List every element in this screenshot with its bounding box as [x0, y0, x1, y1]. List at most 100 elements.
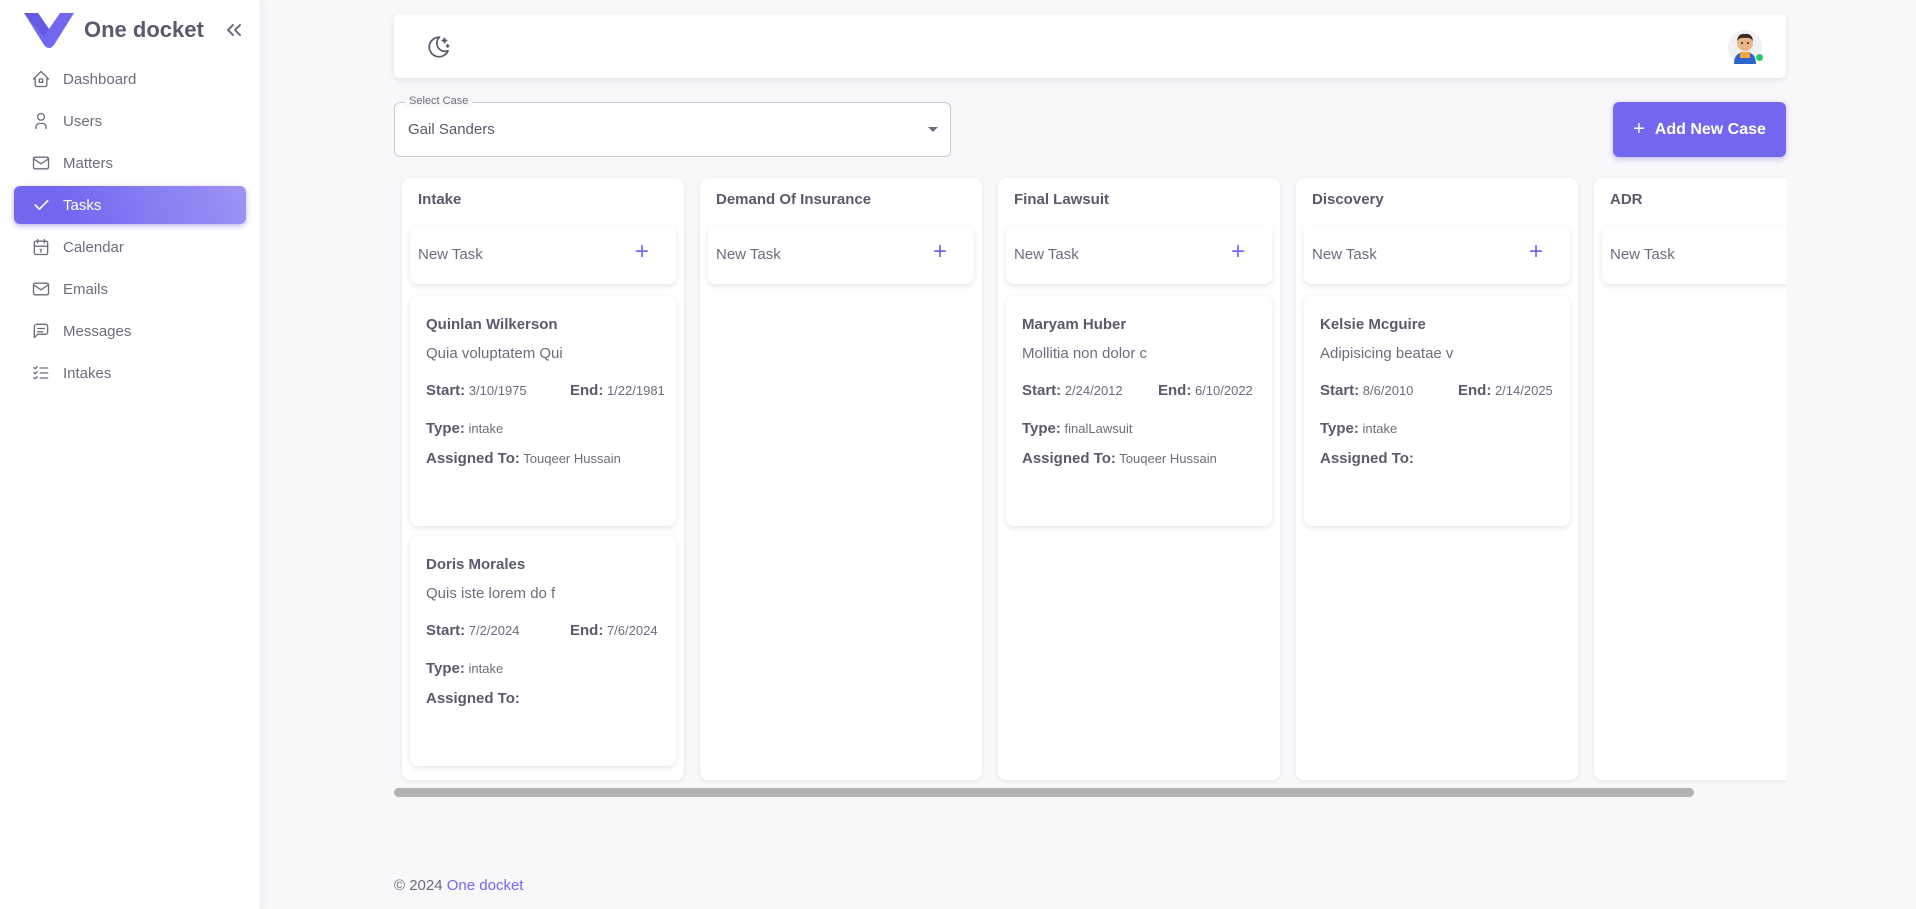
- collapse-sidebar-icon[interactable]: [222, 18, 246, 42]
- sidebar-item-emails[interactable]: Emails: [14, 270, 246, 308]
- sidebar-nav: Dashboard Users Matters Tasks Calendar E…: [14, 60, 246, 396]
- plus-icon: +: [1633, 118, 1645, 140]
- end-label: End:: [570, 622, 604, 639]
- new-task-label: New Task: [1312, 246, 1377, 263]
- add-new-case-button[interactable]: + Add New Case: [1613, 102, 1786, 157]
- task-card[interactable]: Kelsie Mcguire Adipisicing beatae v Star…: [1304, 296, 1570, 526]
- new-task-label: New Task: [716, 246, 781, 263]
- check-icon: [34, 200, 49, 210]
- new-task-row: New Task +: [1304, 226, 1570, 284]
- sidebar-item-label: Emails: [63, 280, 109, 298]
- column-demand-of-insurance: Demand Of Insurance New Task +: [700, 178, 982, 780]
- task-name: Maryam Huber: [1022, 316, 1127, 333]
- brand-name: One docket: [84, 17, 204, 42]
- sidebar-item-tasks[interactable]: Tasks: [14, 186, 246, 224]
- sidebar-item-label: Intakes: [63, 364, 112, 382]
- brand[interactable]: One docket: [24, 10, 204, 50]
- type-label: Type:: [426, 660, 465, 677]
- start-date: 3/10/1975: [468, 383, 527, 398]
- caret-down-icon: [928, 127, 938, 132]
- sidebar-item-dashboard[interactable]: Dashboard: [14, 60, 246, 98]
- kanban-board: Intake New Task + Quinlan Wilkerson Quia…: [394, 170, 1786, 785]
- select-case-dropdown[interactable]: Select Case Gail Sanders: [394, 95, 951, 157]
- task-assigned: Assigned To:: [426, 690, 520, 707]
- home-icon: [32, 70, 50, 88]
- user-avatar[interactable]: [1728, 30, 1764, 64]
- horizontal-scrollbar[interactable]: [394, 788, 1694, 797]
- start-label: Start:: [426, 382, 466, 399]
- task-start: Start: 2/24/2012: [1022, 382, 1123, 399]
- sidebar-item-label: Dashboard: [63, 70, 137, 88]
- assigned-label: Assigned To:: [426, 450, 520, 467]
- sidebar-item-label: Tasks: [63, 196, 102, 214]
- brand-logo-icon: [24, 13, 74, 48]
- type-label: Type:: [1022, 420, 1061, 437]
- new-task-row: New Task +: [1006, 226, 1272, 284]
- task-name: Kelsie Mcguire: [1320, 316, 1426, 333]
- task-end: End: 7/6/2024: [570, 622, 658, 639]
- task-name: Doris Morales: [426, 556, 526, 573]
- task-start: Start: 3/10/1975: [426, 382, 527, 399]
- task-type: Type: finalLawsuit: [1022, 420, 1132, 437]
- mail-icon: [32, 156, 50, 170]
- mail-icon: [32, 282, 50, 296]
- start-label: Start:: [1022, 382, 1062, 399]
- select-case-value: Gail Sanders: [408, 121, 495, 138]
- start-date: 2/24/2012: [1064, 383, 1123, 398]
- sidebar-item-calendar[interactable]: Calendar: [14, 228, 246, 266]
- new-task-label: New Task: [1610, 246, 1675, 263]
- footer-link[interactable]: One docket: [447, 877, 524, 894]
- assigned-value: Touqeer Hussain: [523, 451, 621, 466]
- task-name: Quinlan Wilkerson: [426, 316, 558, 333]
- type-value: intake: [468, 661, 504, 676]
- add-task-plus-icon[interactable]: +: [928, 240, 952, 264]
- sidebar-item-messages[interactable]: Messages: [14, 312, 246, 350]
- new-task-row: New Task +: [708, 226, 974, 284]
- task-assigned: Assigned To: Touqeer Hussain: [1022, 450, 1217, 467]
- end-label: End:: [570, 382, 604, 399]
- online-status-dot: [1755, 53, 1764, 62]
- sidebar-item-label: Calendar: [63, 238, 124, 256]
- end-label: End:: [1458, 382, 1492, 399]
- task-start: Start: 7/2/2024: [426, 622, 519, 639]
- list-check-icon: [33, 366, 49, 380]
- task-description: Quis iste lorem do f: [426, 585, 556, 602]
- column-discovery: Discovery New Task + Kelsie Mcguire Adip…: [1296, 178, 1578, 780]
- add-task-plus-icon[interactable]: +: [1524, 240, 1548, 264]
- add-new-case-label: Add New Case: [1654, 120, 1766, 138]
- assigned-label: Assigned To:: [1320, 450, 1414, 467]
- end-date: 2/14/2025: [1494, 383, 1553, 398]
- user-icon: [35, 112, 47, 130]
- task-card[interactable]: Quinlan Wilkerson Quia voluptatem Qui St…: [410, 296, 676, 526]
- new-task-label: New Task: [1014, 246, 1079, 263]
- add-task-plus-icon[interactable]: +: [1226, 240, 1250, 264]
- sidebar-item-label: Matters: [63, 154, 114, 172]
- task-description: Quia voluptatem Qui: [426, 345, 563, 362]
- task-description: Mollitia non dolor c: [1022, 345, 1148, 362]
- task-card[interactable]: Maryam Huber Mollitia non dolor c Start:…: [1006, 296, 1272, 526]
- new-task-row: New Task +: [410, 226, 676, 284]
- end-date: 1/22/1981: [606, 383, 665, 398]
- column-title: Discovery: [1312, 191, 1384, 208]
- moon-stars-icon[interactable]: [426, 34, 452, 60]
- start-label: Start:: [426, 622, 466, 639]
- add-task-plus-icon[interactable]: +: [630, 240, 654, 264]
- task-type: Type: intake: [426, 660, 503, 677]
- footer-copyright: © 2024: [394, 877, 447, 894]
- task-card[interactable]: Doris Morales Quis iste lorem do f Start…: [410, 536, 676, 766]
- top-navbar: [394, 14, 1786, 78]
- column-title: Intake: [418, 191, 462, 208]
- calendar-icon: [33, 238, 49, 256]
- task-end: End: 6/10/2022: [1158, 382, 1253, 399]
- sidebar-item-intakes[interactable]: Intakes: [14, 354, 246, 392]
- task-description: Adipisicing beatae v: [1320, 345, 1454, 362]
- type-label: Type:: [1320, 420, 1359, 437]
- end-label: End:: [1158, 382, 1192, 399]
- task-type: Type: intake: [426, 420, 503, 437]
- sidebar-item-matters[interactable]: Matters: [14, 144, 246, 182]
- sidebar-item-users[interactable]: Users: [14, 102, 246, 140]
- new-task-label: New Task: [418, 246, 483, 263]
- sidebar-item-label: Messages: [63, 322, 132, 340]
- start-date: 7/2/2024: [468, 623, 520, 638]
- column-final-lawsuit: Final Lawsuit New Task + Maryam Huber Mo…: [998, 178, 1280, 780]
